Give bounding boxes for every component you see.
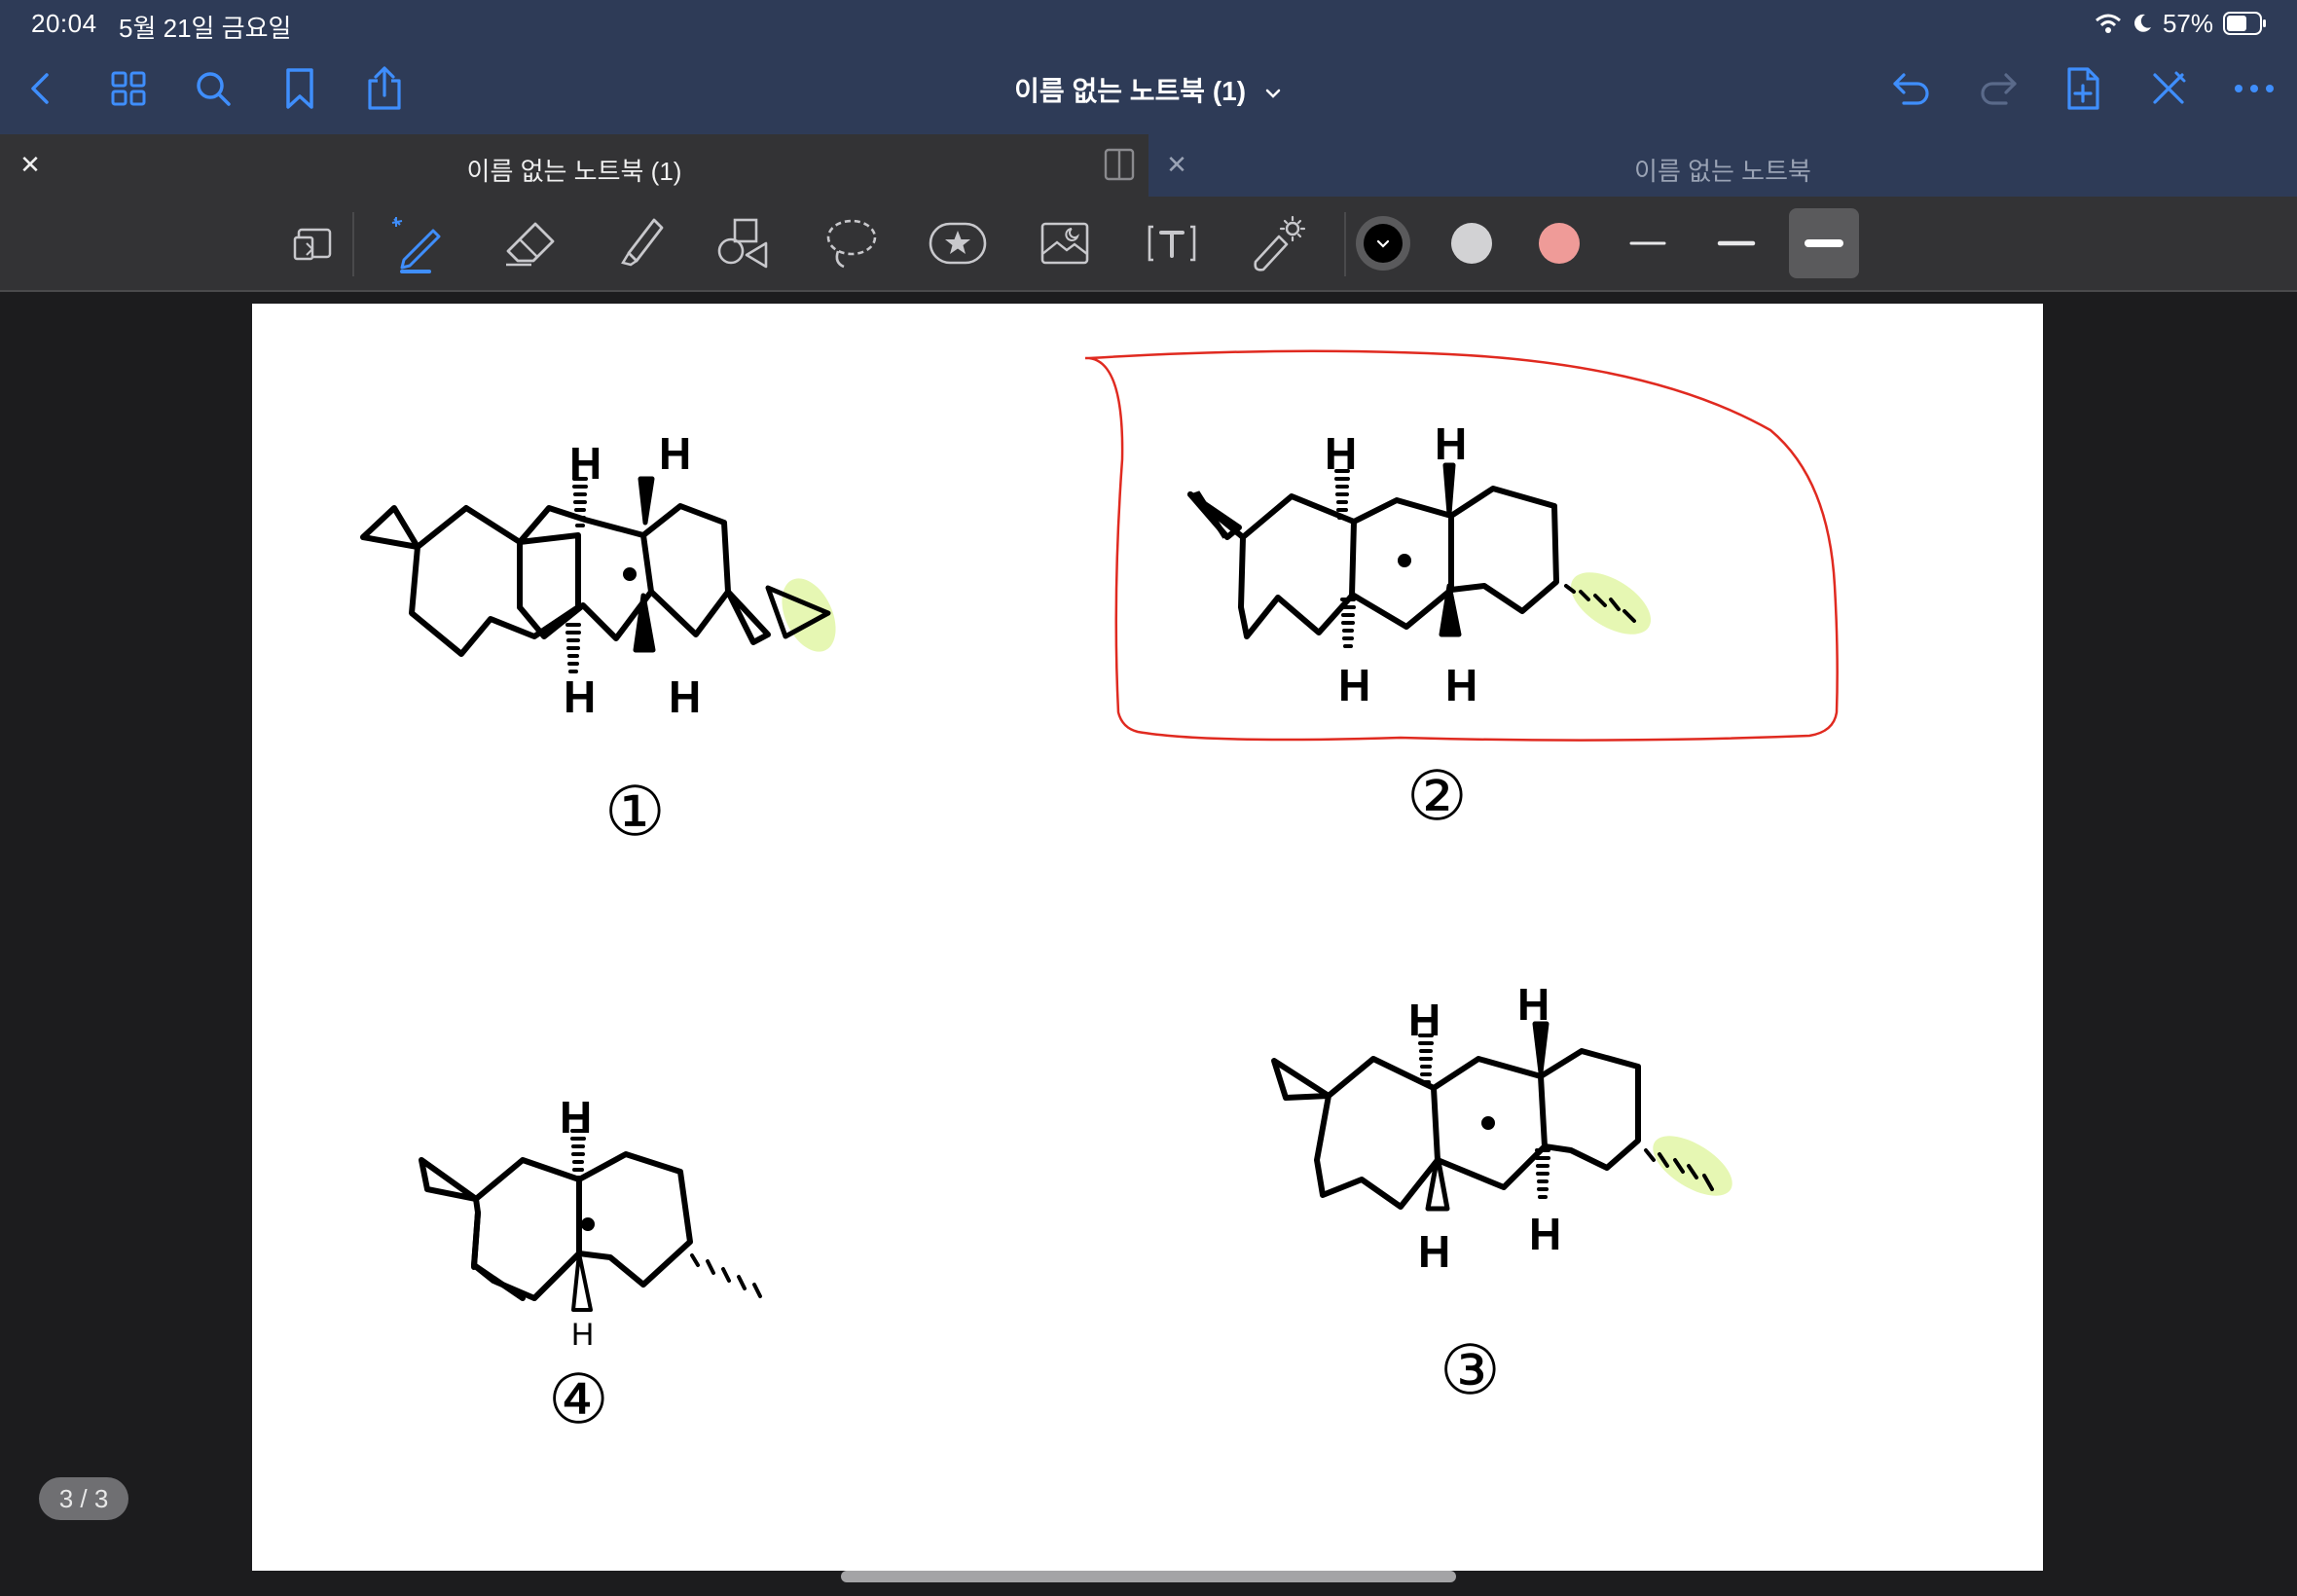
share-icon[interactable]	[360, 64, 409, 113]
molecule-4-h-top: H	[560, 1092, 592, 1143]
grid-icon[interactable]	[104, 64, 153, 113]
status-icons: 57%	[2095, 8, 2268, 39]
pen-icon[interactable]	[387, 212, 450, 274]
shapes-icon[interactable]	[712, 212, 775, 274]
status-time: 20:04	[31, 9, 97, 38]
molecule-1-h-top-left: H	[569, 438, 602, 489]
battery-percent: 57%	[2162, 8, 2213, 38]
chevron-down-icon	[1265, 89, 1281, 98]
toolbar-divider	[352, 212, 354, 276]
horizontal-scrollbar[interactable]	[841, 1571, 1456, 1582]
color-swatch-black[interactable]	[1352, 212, 1414, 274]
page-indicator[interactable]: 3 / 3	[39, 1477, 128, 1520]
molecule-4	[419, 1151, 693, 1301]
tab-notebook-1[interactable]: ✕ 이름 없는 노트북 (1)	[0, 134, 1148, 197]
molecule-4-h-bottom: H	[571, 1317, 594, 1352]
top-bar: 20:04 5월 21일 금요일 57% 이름 없는 노트북 (1)	[0, 0, 2297, 134]
document-title[interactable]: 이름 없는 노트북 (1)	[1014, 76, 1283, 106]
highlighter-icon[interactable]	[607, 212, 670, 274]
goodnotes-app: 20:04 5월 21일 금요일 57% 이름 없는 노트북 (1) ✕ 이름 …	[0, 0, 2297, 1596]
stroke-width-thick[interactable]	[1789, 208, 1859, 278]
stroke-width-thin[interactable]	[1617, 212, 1679, 274]
label-3: ③	[1440, 1330, 1501, 1410]
molecule-3-h-bottom-right: H	[1529, 1209, 1561, 1259]
notebook-page[interactable]: H H H H ① H H H H ② H H H H ③ H H ④	[252, 304, 2043, 1571]
battery-icon	[2223, 12, 2266, 35]
stroke-width-medium[interactable]	[1705, 212, 1768, 274]
wifi-icon	[2095, 14, 2121, 33]
undo-icon[interactable]	[1887, 64, 1936, 113]
lasso-icon[interactable]	[820, 212, 882, 274]
eraser-icon[interactable]	[498, 212, 561, 274]
text-icon[interactable]	[1141, 212, 1203, 274]
molecule-1	[360, 503, 836, 657]
back-icon[interactable]	[18, 64, 66, 113]
tab-label: 이름 없는 노트북	[1634, 157, 1811, 186]
molecule-1-h-bottom-left: H	[564, 671, 596, 722]
bookmark-icon[interactable]	[275, 64, 324, 113]
label-4: ④	[548, 1360, 609, 1439]
close-pen-icon[interactable]	[2144, 64, 2193, 113]
label-2: ②	[1406, 756, 1468, 836]
molecule-1-h-bottom-right: H	[669, 671, 701, 722]
split-view-icon[interactable]	[1104, 148, 1135, 181]
molecule-2	[1187, 486, 1652, 639]
molecule-3-h-top-right: H	[1517, 979, 1550, 1030]
tab-bar: ✕ 이름 없는 노트북 (1) ✕ 이름 없는 노트북	[0, 134, 2297, 197]
drawing-toolbar	[0, 197, 2297, 290]
search-icon[interactable]	[189, 64, 237, 113]
color-swatch-gray[interactable]	[1440, 212, 1503, 274]
molecule-2-h-top-left: H	[1325, 428, 1357, 479]
molecule-3-h-top-left: H	[1408, 995, 1440, 1045]
moon-icon	[2134, 14, 2151, 32]
tab-label: 이름 없는 노트북 (1)	[466, 157, 682, 186]
molecule-2-h-bottom-left: H	[1338, 660, 1370, 710]
tab-notebook[interactable]: ✕ 이름 없는 노트북	[1148, 134, 2297, 197]
label-1: ①	[604, 772, 666, 852]
image-icon[interactable]	[1034, 212, 1096, 274]
color-swatch-pink[interactable]	[1528, 212, 1590, 274]
molecule-3	[1271, 1048, 1732, 1210]
add-page-icon[interactable]	[2059, 64, 2107, 113]
molecule-2-h-top-right: H	[1435, 418, 1467, 469]
molecule-2-h-bottom-right: H	[1445, 660, 1477, 710]
molecule-3-h-bottom-left: H	[1418, 1226, 1450, 1277]
page-switch-icon[interactable]	[282, 212, 345, 274]
molecule-1-h-top-right: H	[659, 428, 691, 479]
redo-icon[interactable]	[1974, 64, 2023, 113]
handwriting-layer: H H H H ① H H H H ② H H H H ③ H H ④	[360, 349, 1839, 1439]
laser-pointer-icon[interactable]	[1248, 212, 1310, 274]
status-date: 5월 21일 금요일	[119, 14, 292, 43]
toolbar-divider	[1344, 212, 1346, 276]
sticker-icon[interactable]	[927, 212, 989, 274]
more-icon[interactable]	[2230, 64, 2279, 113]
